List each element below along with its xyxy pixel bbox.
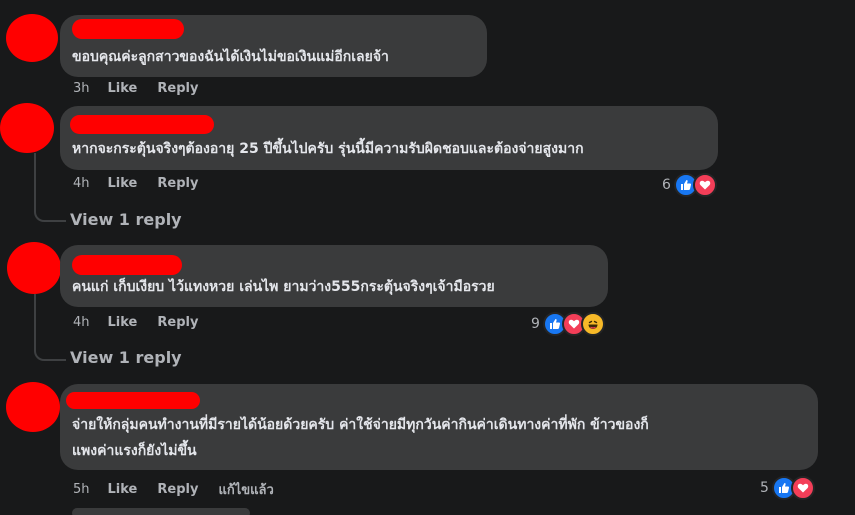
like-button[interactable]: Like xyxy=(108,315,138,330)
comment-timestamp[interactable]: 4h xyxy=(73,315,90,330)
comment-bubble: ขอบคุณค่ะลูกสาวของฉันได้เงินไม่ขอเงินแม่… xyxy=(60,15,487,77)
commenter-name[interactable] xyxy=(72,19,184,39)
like-button[interactable]: Like xyxy=(108,81,138,96)
like-button[interactable]: Like xyxy=(108,176,138,191)
comment-text: ขอบคุณค่ะลูกสาวของฉันได้เงินไม่ขอเงินแม่… xyxy=(72,49,389,65)
reaction-count: 5 xyxy=(760,480,769,496)
like-button[interactable]: Like xyxy=(108,482,138,497)
reaction-summary[interactable]: 9 xyxy=(531,312,605,336)
view-replies-link[interactable]: View 1 reply xyxy=(70,210,182,229)
avatar[interactable] xyxy=(6,14,58,62)
reaction-count: 6 xyxy=(662,177,671,193)
avatar[interactable] xyxy=(7,242,61,294)
reply-button[interactable]: Reply xyxy=(157,176,198,191)
reply-button[interactable]: Reply xyxy=(157,81,198,96)
comment-text-line-1: จ่ายให้กลุ่มคนทำงานที่มีรายได้น้อยด้วยคร… xyxy=(72,417,649,433)
comment-bubble: หากจะกระตุ้นจริงๆต้องอายุ 25 ปีขึ้นไปครั… xyxy=(60,106,718,170)
edited-label[interactable]: แก้ไขแล้ว xyxy=(218,479,273,500)
love-reaction-icon xyxy=(692,173,717,197)
commenter-name[interactable] xyxy=(66,392,200,409)
comment-bubble: จ่ายให้กลุ่มคนทำงานที่มีรายได้น้อยด้วยคร… xyxy=(60,384,818,470)
comment-timestamp[interactable]: 4h xyxy=(73,176,90,191)
comment-bubble: คนแก่ เก็บเงียบ ไว้แทงหวย เล่นไพ ยามว่าง… xyxy=(60,245,608,307)
haha-reaction-icon xyxy=(580,312,605,336)
reaction-summary[interactable]: 5 xyxy=(760,476,815,500)
comment-timestamp[interactable]: 5h xyxy=(73,482,90,497)
comment-actions: 4h Like Reply xyxy=(73,176,218,191)
view-replies-link[interactable]: View 1 reply xyxy=(70,348,182,367)
reaction-summary[interactable]: 6 xyxy=(662,173,717,197)
thread-connector xyxy=(34,153,66,222)
comment-timestamp[interactable]: 3h xyxy=(73,81,90,96)
comment-actions: 4h Like Reply xyxy=(73,315,218,330)
comment-text: หากจะกระตุ้นจริงๆต้องอายุ 25 ปีขึ้นไปครั… xyxy=(72,141,584,157)
comment-text: คนแก่ เก็บเงียบ ไว้แทงหวย เล่นไพ ยามว่าง… xyxy=(72,279,495,295)
love-reaction-icon xyxy=(790,476,815,500)
reaction-count: 9 xyxy=(531,316,540,332)
comment-actions: 5h Like Reply แก้ไขแล้ว xyxy=(73,479,294,500)
reply-button[interactable]: Reply xyxy=(157,482,198,497)
next-comment-bubble xyxy=(72,508,250,515)
commenter-name[interactable] xyxy=(72,255,182,275)
avatar[interactable] xyxy=(6,382,60,432)
comment-section: ขอบคุณค่ะลูกสาวของฉันได้เงินไม่ขอเงินแม่… xyxy=(0,0,855,515)
comment-text-line-2: แพงค่าแรงก็ยังไม่ขึ้น xyxy=(72,443,197,459)
avatar[interactable] xyxy=(0,103,54,153)
commenter-name[interactable] xyxy=(70,115,214,134)
thread-connector xyxy=(34,294,66,361)
reply-button[interactable]: Reply xyxy=(157,315,198,330)
comment-actions: 3h Like Reply xyxy=(73,81,218,96)
